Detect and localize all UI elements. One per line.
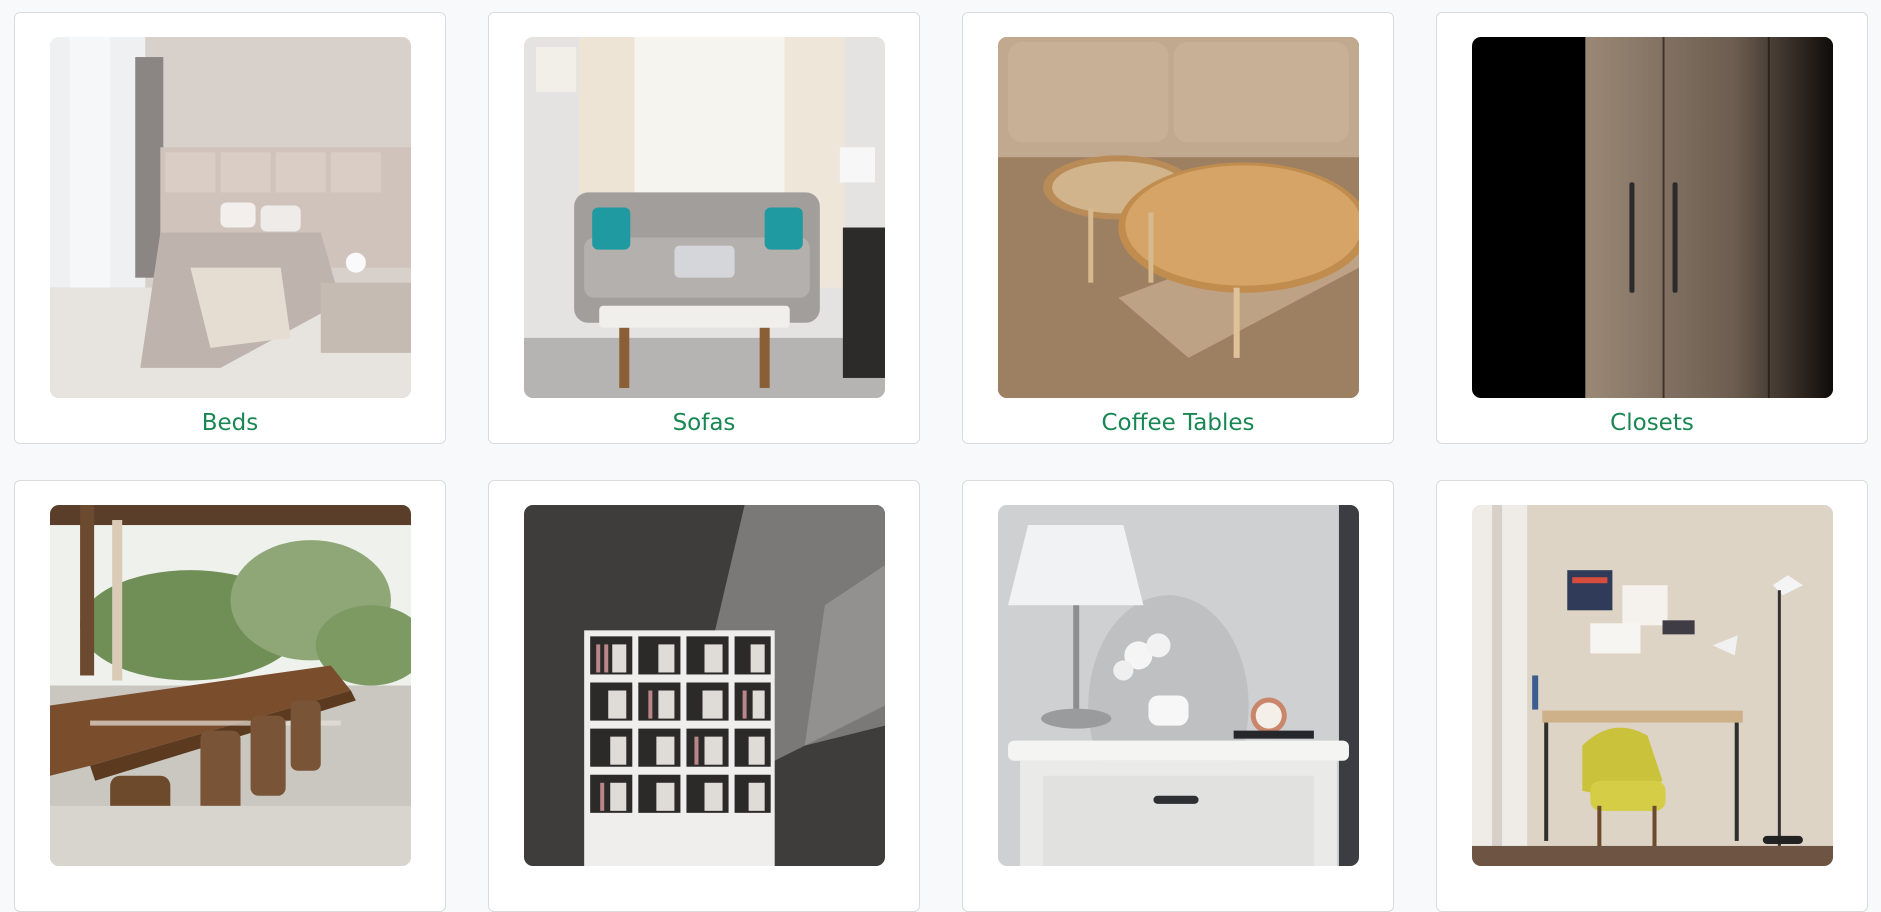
beds-image[interactable] <box>50 37 411 398</box>
category-label-closets[interactable]: Closets <box>1437 403 1867 443</box>
category-label-sofas[interactable]: Sofas <box>489 403 919 443</box>
desks-image[interactable] <box>1472 505 1833 866</box>
category-card-dining[interactable] <box>14 480 446 912</box>
dining-image[interactable] <box>50 505 411 866</box>
category-card-sofas[interactable]: Sofas <box>488 12 920 444</box>
category-grid: Beds Sofas Coffee Tables Closets <box>14 12 1868 912</box>
category-label-beds[interactable]: Beds <box>15 403 445 443</box>
category-card-bookshelves[interactable] <box>488 480 920 912</box>
category-card-coffee-tables[interactable]: Coffee Tables <box>962 12 1394 444</box>
category-card-nightstands[interactable] <box>962 480 1394 912</box>
category-card-desks[interactable] <box>1436 480 1868 912</box>
bookshelves-image[interactable] <box>524 505 885 866</box>
nightstands-image[interactable] <box>998 505 1359 866</box>
coffee-tables-image[interactable] <box>998 37 1359 398</box>
closets-image[interactable] <box>1472 37 1833 398</box>
category-card-beds[interactable]: Beds <box>14 12 446 444</box>
sofas-image[interactable] <box>524 37 885 398</box>
category-card-closets[interactable]: Closets <box>1436 12 1868 444</box>
category-label-coffee-tables[interactable]: Coffee Tables <box>963 403 1393 443</box>
